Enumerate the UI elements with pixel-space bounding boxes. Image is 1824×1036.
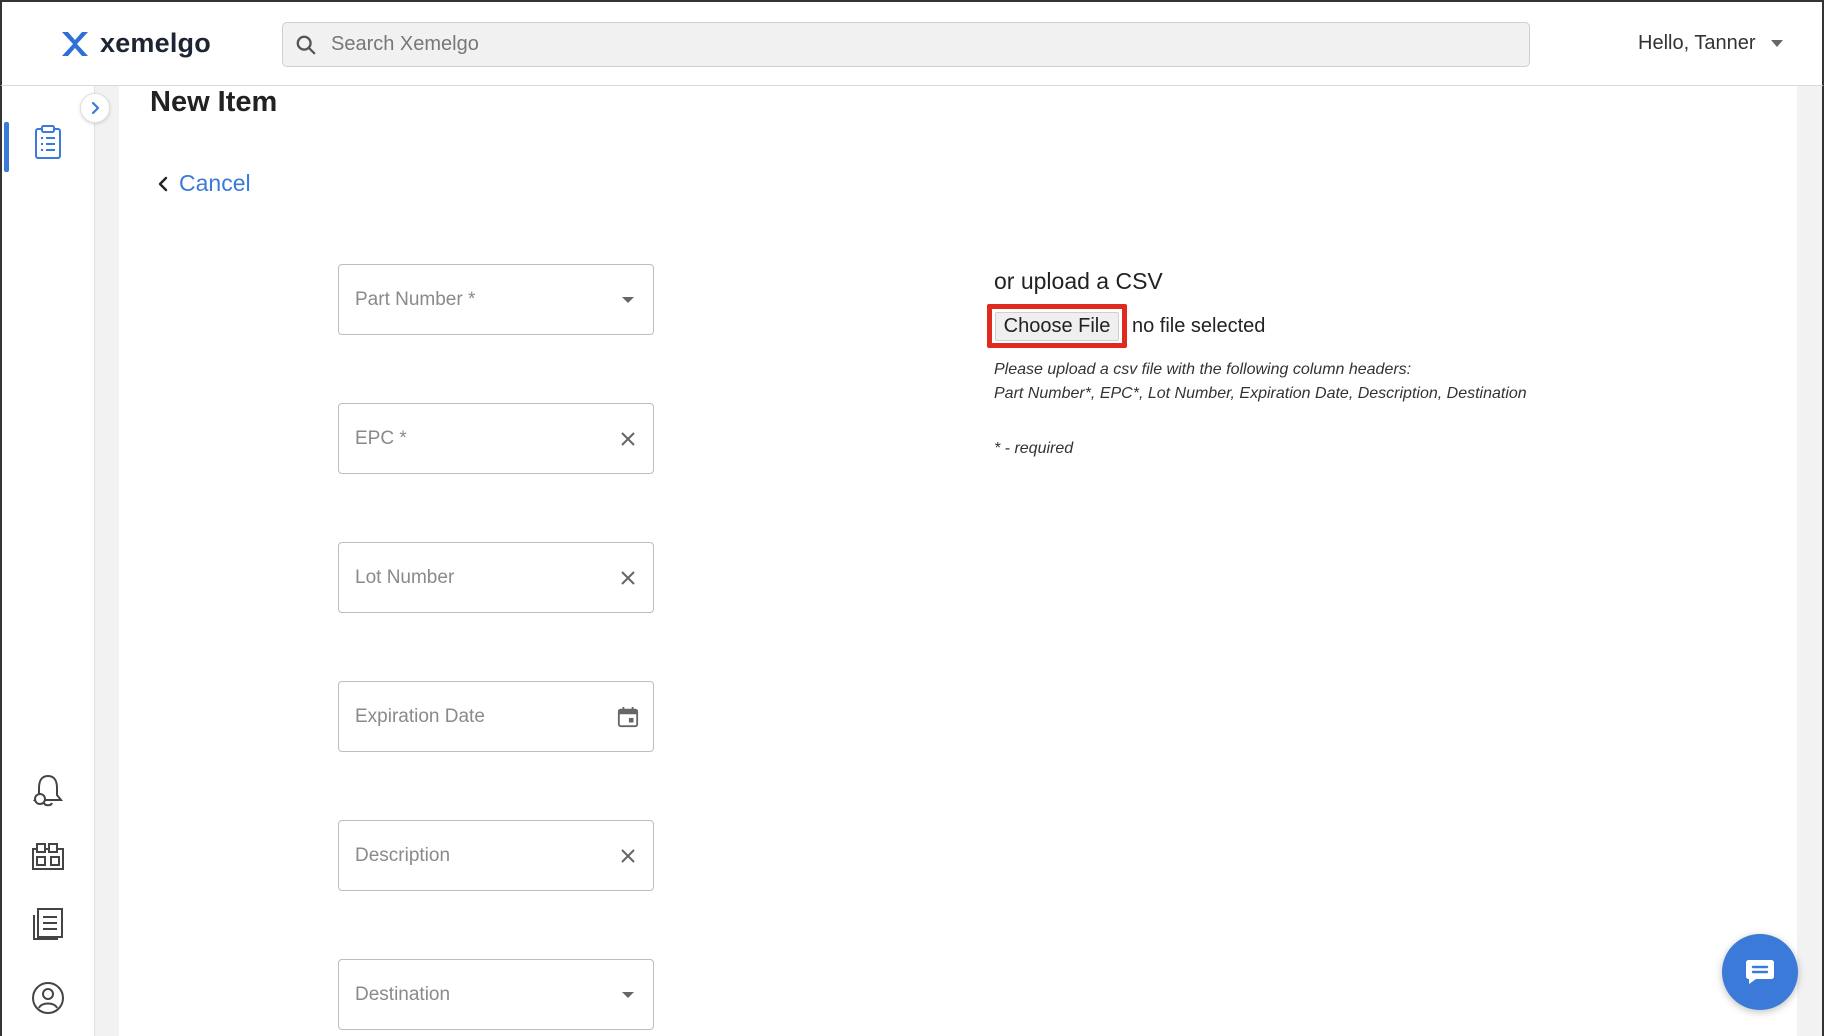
dropdown-caret-icon[interactable] — [617, 289, 639, 311]
part-number-label: Part Number * — [355, 288, 476, 310]
cancel-link[interactable]: Cancel — [157, 170, 251, 197]
description-field[interactable]: Description — [338, 820, 654, 891]
sidebar — [0, 86, 95, 1036]
brand-logo[interactable]: xemelgo — [60, 28, 211, 59]
cancel-label: Cancel — [179, 170, 251, 196]
upload-help-line-2: Part Number*, EPC*, Lot Number, Expirati… — [994, 385, 1527, 402]
chevron-left-icon — [158, 176, 168, 191]
no-file-selected-text: no file selected — [1132, 314, 1266, 337]
choose-file-button[interactable]: Choose File — [987, 304, 1127, 348]
clipboard-list-icon — [35, 125, 61, 159]
report-list-icon — [33, 908, 63, 940]
top-header: xemelgo Hello, Tanner — [0, 0, 1824, 86]
destination-field[interactable]: Destination — [338, 959, 654, 1030]
clear-icon[interactable] — [617, 428, 639, 450]
sidebar-item-reports[interactable] — [30, 906, 66, 942]
file-input-row: Choose File no file selected — [987, 304, 1266, 348]
search-icon — [296, 35, 316, 54]
expiration-date-field[interactable]: Expiration Date — [338, 681, 654, 752]
epc-label: EPC * — [355, 427, 407, 449]
chevron-down-icon — [1771, 40, 1784, 47]
sidebar-item-items[interactable] — [30, 124, 66, 160]
user-account-icon — [32, 982, 64, 1014]
brand-name: xemelgo — [100, 28, 211, 58]
dropdown-caret-icon[interactable] — [617, 984, 639, 1006]
sidebar-item-account[interactable] — [30, 980, 66, 1016]
warehouse-icon — [32, 843, 64, 870]
clear-icon[interactable] — [617, 845, 639, 867]
search-bar[interactable] — [282, 22, 1530, 67]
destination-label: Destination — [355, 983, 451, 1005]
upload-help-text: Please upload a csv file with the follow… — [994, 358, 1594, 406]
chevron-right-icon — [91, 101, 100, 115]
calendar-icon[interactable] — [617, 706, 639, 728]
description-label: Description — [355, 844, 451, 866]
upload-title: or upload a CSV — [994, 268, 1163, 294]
sidebar-toggle-button[interactable] — [80, 93, 110, 123]
content-gutter-left — [95, 86, 119, 1036]
xemelgo-logo-icon — [62, 31, 88, 56]
clear-icon[interactable] — [617, 567, 639, 589]
upload-help-line-1: Please upload a csv file with the follow… — [994, 361, 1412, 378]
search-input[interactable] — [331, 33, 1511, 56]
chat-button[interactable] — [1722, 934, 1798, 1010]
user-greeting: Hello, Tanner — [1638, 32, 1756, 54]
required-note: * - required — [994, 440, 1074, 457]
csv-upload-section: or upload a CSV Choose File no file sele… — [987, 268, 1527, 457]
sidebar-active-indicator — [4, 122, 9, 172]
main-content: New Item Cancel Part Number * EPC * Lot … — [119, 86, 1797, 1036]
choose-file-label: Choose File — [994, 311, 1120, 341]
epc-field[interactable]: EPC * — [338, 403, 654, 474]
sidebar-item-warehouse[interactable] — [30, 838, 66, 874]
user-menu[interactable]: Hello, Tanner — [1638, 32, 1784, 55]
sidebar-item-alerts[interactable] — [30, 772, 66, 808]
lot-number-label: Lot Number — [355, 566, 455, 588]
content-gutter-right — [1797, 86, 1824, 1036]
part-number-field[interactable]: Part Number * — [338, 264, 654, 335]
bell-alert-icon — [32, 774, 64, 807]
page-title: New Item — [150, 86, 278, 118]
lot-number-field[interactable]: Lot Number — [338, 542, 654, 613]
chat-bubble-icon — [1746, 960, 1774, 984]
expiration-date-label: Expiration Date — [355, 705, 485, 727]
